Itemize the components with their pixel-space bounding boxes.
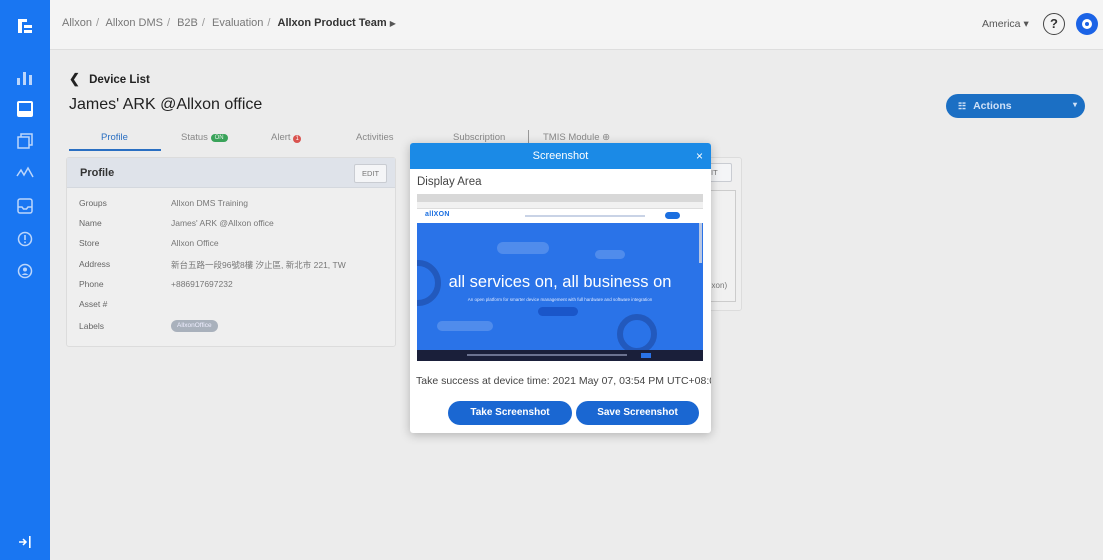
preview-login-button (665, 212, 680, 219)
field-label: Address (79, 259, 111, 269)
breadcrumb-item[interactable]: Allxon DMS (105, 17, 162, 29)
screenshot-preview: allXON all services on, all business on … (417, 194, 703, 361)
field-label: Labels (79, 321, 105, 331)
take-screenshot-button[interactable]: Take Screenshot (448, 401, 572, 425)
breadcrumb: Allxon / Allxon DMS / B2B / Evaluation / All… (62, 17, 396, 29)
dashboard-chart-icon[interactable] (0, 62, 50, 92)
preview-decor-shape (437, 321, 493, 331)
back-to-device-list[interactable]: ❮ Device List (69, 71, 150, 87)
tab-alert[interactable]: Alert 1 (271, 132, 302, 143)
field-value: +886917697232 (171, 279, 233, 289)
sidebar (0, 0, 50, 560)
status-badge: ON (210, 134, 228, 142)
profile-card: Profile EDIT Groups Allxon DMS Training … (66, 157, 396, 347)
users-icon[interactable] (0, 256, 50, 286)
preview-site-logo: allXON (425, 211, 450, 218)
region-selector[interactable]: America ▾ (982, 18, 1029, 30)
tab-subscription[interactable]: Subscription (453, 132, 505, 143)
preview-decor-shape (497, 242, 549, 254)
monitor-activity-icon[interactable] (0, 158, 50, 188)
field-label: Name (79, 218, 102, 228)
field-value: Allxon DMS Training (171, 198, 249, 208)
modal-header: Screenshot × (410, 143, 711, 169)
preview-decor-shape (595, 250, 625, 259)
preview-site-nav: allXON (417, 209, 703, 223)
modal-title: Screenshot (532, 150, 589, 162)
grid-icon: ☷ (958, 100, 967, 111)
preview-headline: all services on, all business on (448, 273, 672, 291)
field-value: Allxon Office (171, 238, 219, 248)
breadcrumb-expand-icon[interactable]: ▶ (390, 19, 396, 28)
edit-profile-button[interactable]: EDIT (354, 164, 387, 183)
device-groups-icon[interactable] (0, 126, 50, 156)
chevron-left-icon: ❮ (69, 71, 80, 86)
field-label: Groups (79, 198, 107, 208)
collapse-sidebar-icon[interactable] (0, 528, 50, 556)
field-value: James' ARK @Allxon office (171, 218, 274, 228)
page-title: James' ARK @Allxon office (69, 96, 263, 113)
top-bar: Allxon / Allxon DMS / B2B / Evaluation / All… (50, 0, 1103, 50)
chevron-down-icon: ▾ (1023, 18, 1029, 30)
screenshot-status-text: Take success at device time: 2021 May 07… (416, 375, 711, 387)
devices-icon[interactable] (0, 94, 50, 124)
screenshot-modal: Screenshot × Display Area allXON all ser… (410, 143, 711, 433)
inbox-icon[interactable] (0, 191, 50, 221)
preview-address-bar (417, 202, 703, 209)
tab-tmis-module[interactable]: TMIS Module ⊕ (543, 132, 610, 143)
preview-decor-ring (617, 314, 657, 354)
breadcrumb-item[interactable]: Allxon (62, 17, 92, 29)
breadcrumb-item[interactable]: Evaluation (212, 17, 263, 29)
alert-count-badge: 1 (293, 135, 302, 143)
alert-icon[interactable] (0, 224, 50, 254)
preview-subline: An open platform for smarter device mana… (467, 297, 653, 302)
tab-status[interactable]: Status ON (181, 132, 228, 143)
user-avatar[interactable] (1076, 13, 1098, 35)
field-label: Asset # (79, 299, 108, 309)
field-value: 新台五路一段96號8樓 汐止區, 新北市 221, TW (171, 260, 346, 270)
app-logo-icon[interactable] (0, 0, 50, 52)
actions-button[interactable]: ☷ Actions ▾ (946, 94, 1085, 118)
save-screenshot-button[interactable]: Save Screenshot (576, 401, 699, 425)
breadcrumb-current[interactable]: Allxon Product Team (278, 17, 387, 29)
field-label: Phone (79, 279, 104, 289)
tab-profile[interactable]: Profile (101, 132, 128, 143)
region-label: America (982, 18, 1021, 30)
close-icon[interactable]: × (696, 143, 703, 169)
back-label: Device List (89, 74, 150, 86)
preview-scrollbar (699, 223, 702, 263)
breadcrumb-item[interactable]: B2B (177, 17, 198, 29)
preview-cta-button (538, 307, 578, 316)
profile-card-header: Profile EDIT (67, 158, 395, 188)
field-label: Store (79, 238, 100, 248)
display-area-label: Display Area (417, 176, 482, 188)
actions-label: Actions (973, 100, 1012, 112)
tab-activities[interactable]: Activities (356, 132, 393, 143)
active-tab-indicator (69, 149, 161, 151)
preview-nav-links (525, 215, 645, 217)
profile-card-title: Profile (80, 167, 115, 179)
help-icon[interactable]: ? (1043, 13, 1065, 35)
label-chip: AllxonOffice (171, 320, 218, 332)
preview-browser-tabs (417, 194, 703, 202)
preview-cookie-bar (417, 350, 703, 361)
chevron-down-icon: ▾ (1072, 100, 1077, 109)
